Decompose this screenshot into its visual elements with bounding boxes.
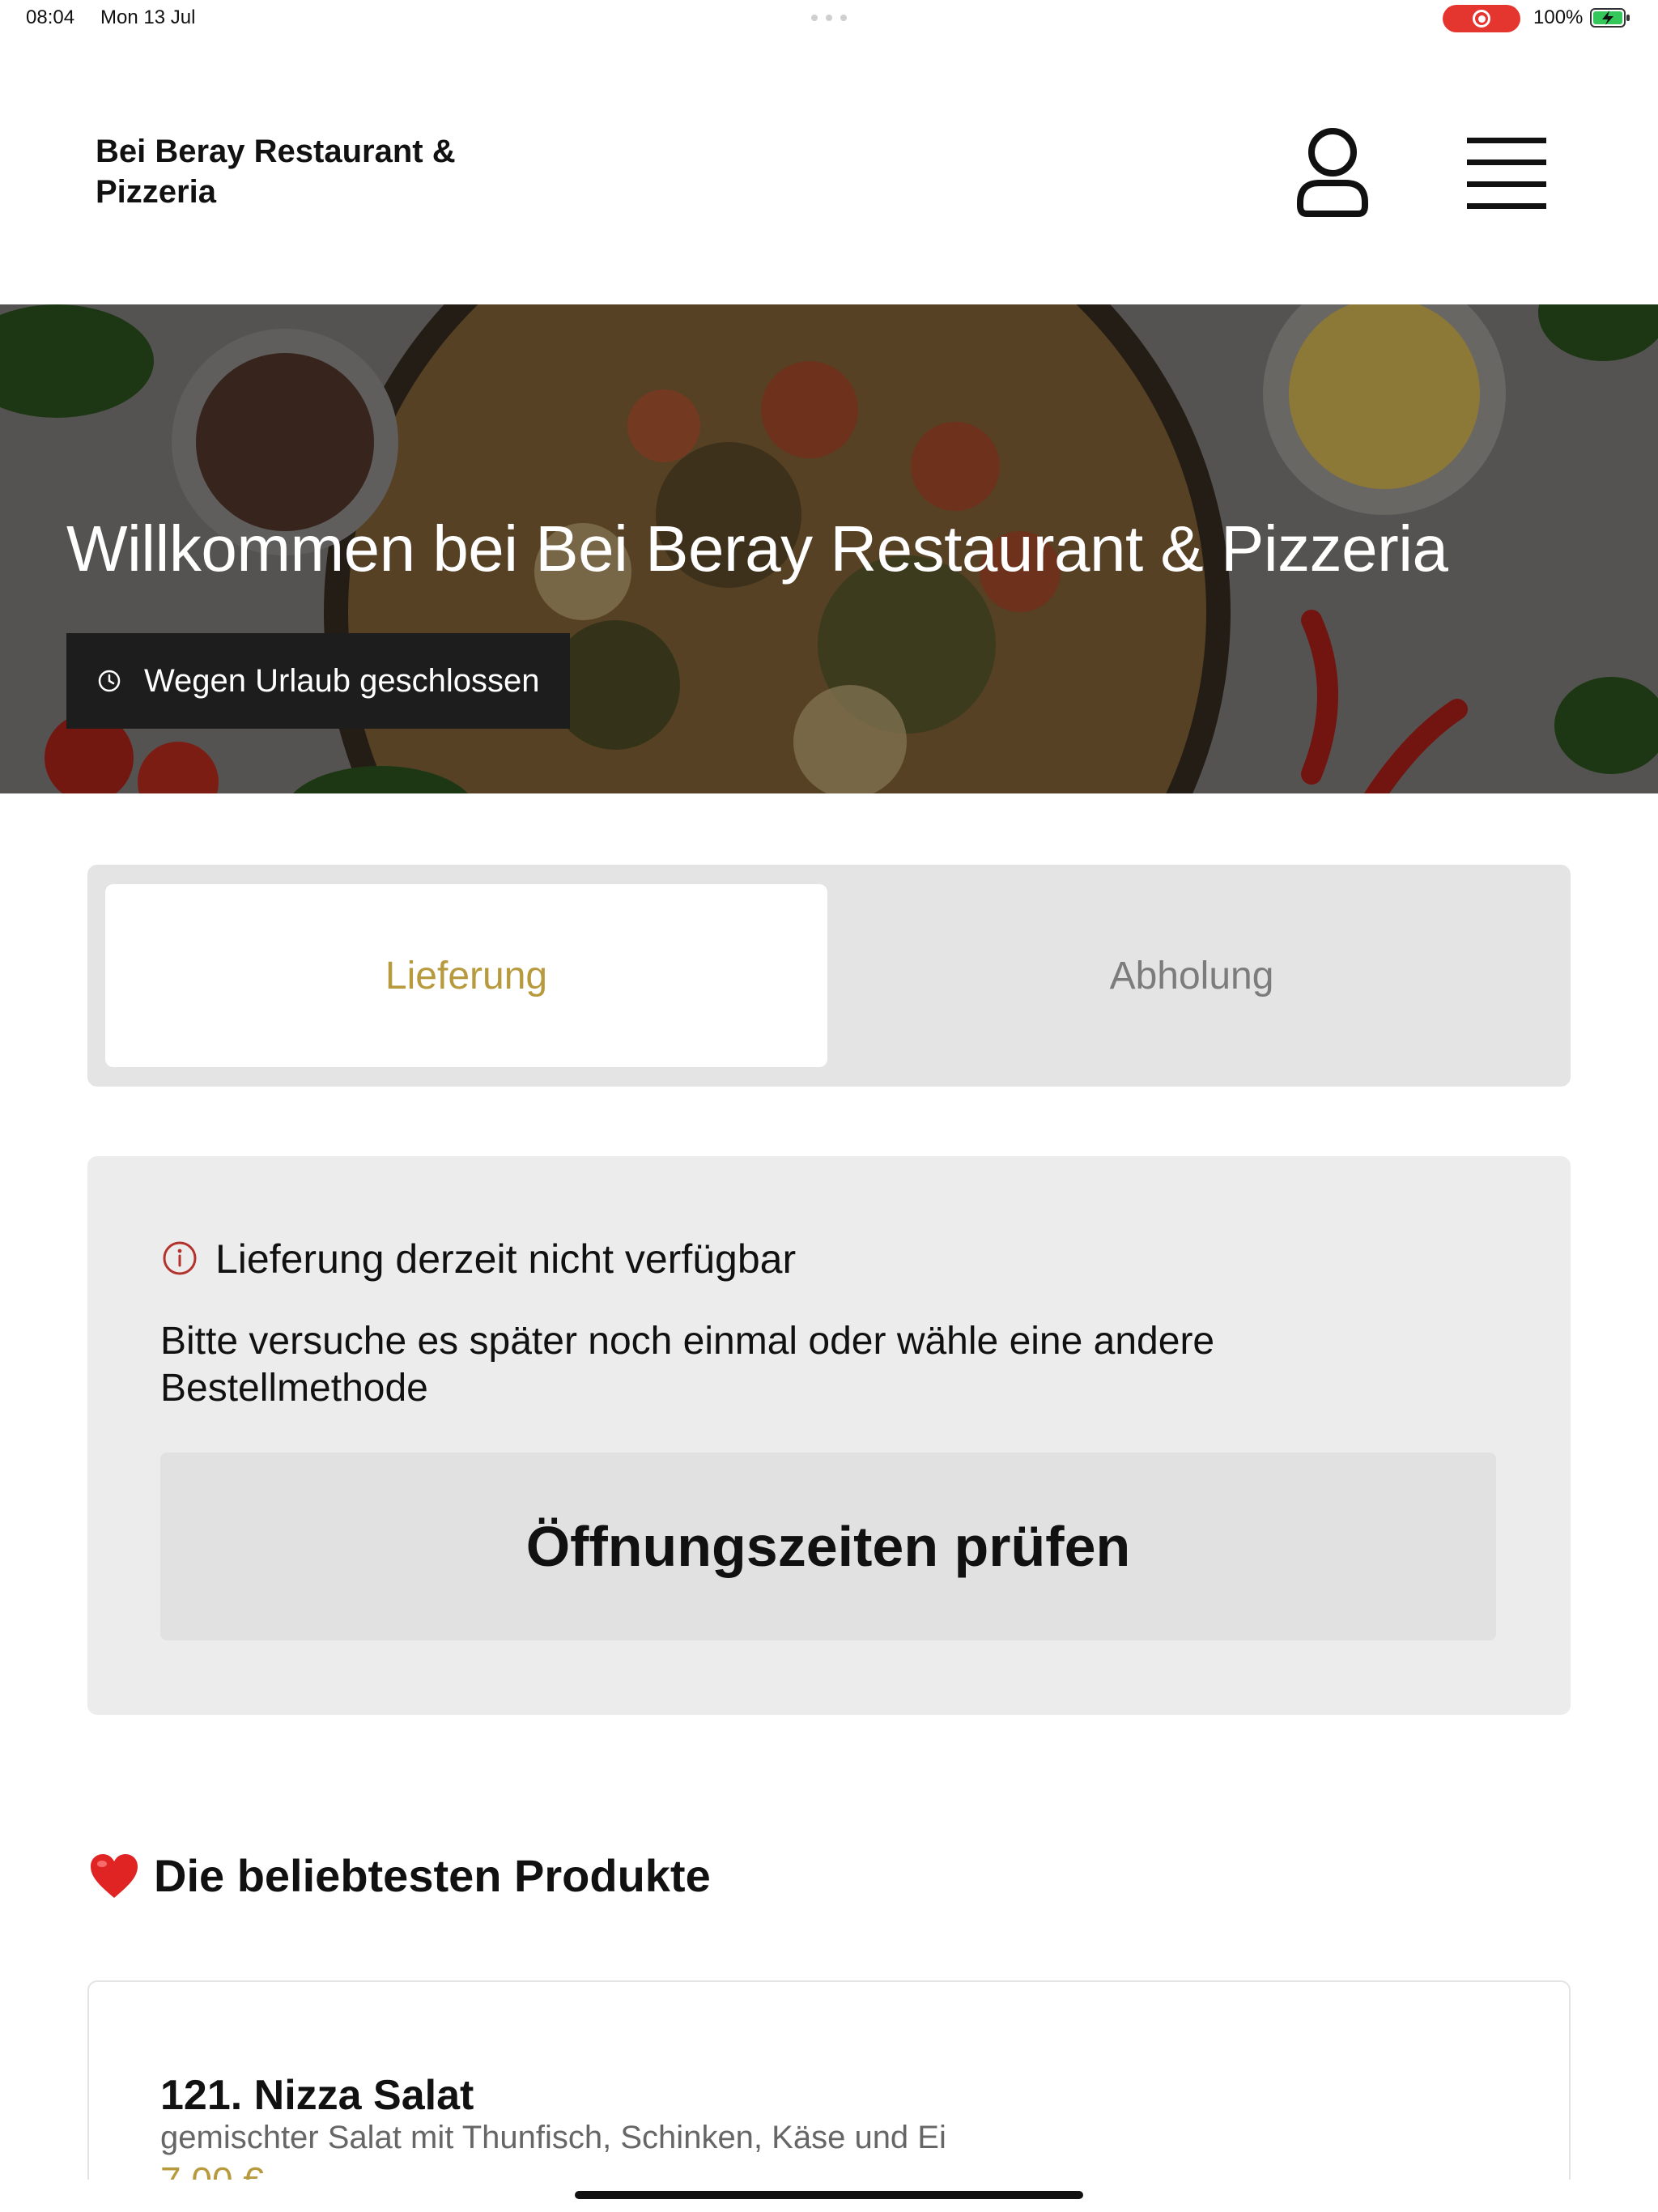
- tab-pickup[interactable]: Abholung: [831, 884, 1553, 1067]
- status-bar: 08:04 Mon 13 Jul 100%: [0, 0, 1658, 39]
- screen-recording-icon[interactable]: [1443, 5, 1520, 32]
- closed-status-text: Wegen Urlaub geschlossen: [144, 662, 540, 699]
- popular-products-heading: Die beliebtesten Produkte: [89, 1849, 711, 1902]
- battery-percentage: 100%: [1533, 6, 1584, 28]
- check-opening-hours-button[interactable]: Öffnungszeiten prüfen: [160, 1453, 1496, 1640]
- heart-icon: [91, 1853, 138, 1898]
- clock-icon: [98, 670, 121, 692]
- multitasking-dots-icon[interactable]: [811, 15, 847, 21]
- restaurant-name[interactable]: Bei Beray Restaurant & Pizzeria: [96, 131, 517, 212]
- hero-banner: Willkommen bei Bei Beray Restaurant & Pi…: [0, 304, 1658, 793]
- notice-body: Bitte versuche es später noch einmal ode…: [160, 1320, 1215, 1410]
- user-account-icon[interactable]: [1292, 125, 1373, 222]
- notice-title: Lieferung derzeit nicht verfügbar: [215, 1236, 797, 1282]
- order-method-segmented-control: Lieferung Abholung: [87, 865, 1571, 1087]
- hamburger-menu-icon[interactable]: [1467, 138, 1550, 209]
- hero-title: Willkommen bei Bei Beray Restaurant & Pi…: [66, 513, 1448, 585]
- status-time: 08:04: [26, 6, 75, 28]
- popular-heading-text: Die beliebtesten Produkte: [154, 1850, 711, 1901]
- tab-delivery[interactable]: Lieferung: [105, 884, 827, 1067]
- product-name: 121. Nizza Salat: [160, 2072, 474, 2119]
- battery-charging-icon: [1590, 8, 1630, 28]
- app-header: Bei Beray Restaurant & Pizzeria: [0, 39, 1658, 304]
- closed-status-badge: Wegen Urlaub geschlossen: [66, 633, 570, 729]
- product-description: gemischter Salat mit Thunfisch, Schinken…: [160, 2120, 946, 2155]
- status-date: Mon 13 Jul: [100, 6, 196, 28]
- home-indicator[interactable]: [575, 2191, 1083, 2199]
- product-card[interactable]: 121. Nizza Salat gemischter Salat mit Th…: [87, 1980, 1571, 2212]
- delivery-unavailable-notice: Lieferung derzeit nicht verfügbar Bitte …: [87, 1156, 1571, 1715]
- info-icon: [163, 1241, 197, 1275]
